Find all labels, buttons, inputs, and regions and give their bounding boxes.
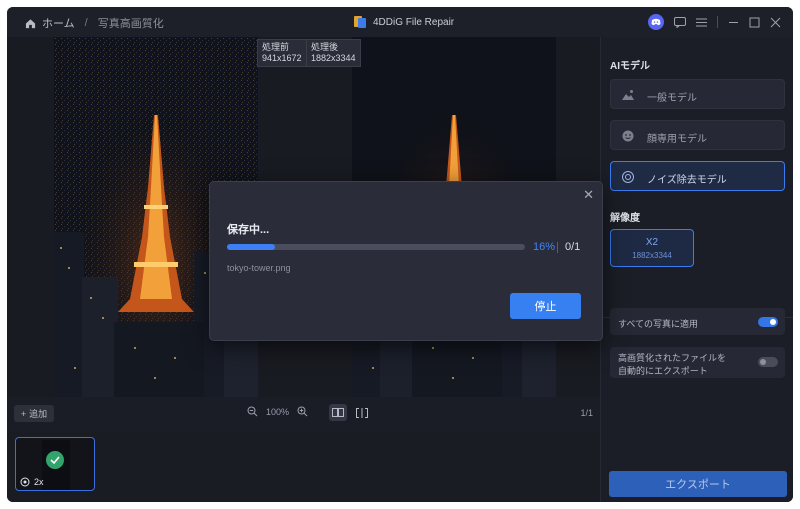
model-denoise[interactable]: ノイズ除去モデル <box>610 161 785 191</box>
dialog-close-icon[interactable]: ✕ <box>583 187 594 203</box>
minimize-icon[interactable] <box>728 17 739 28</box>
export-button[interactable]: エクスポート <box>609 471 787 497</box>
compare-view-button[interactable] <box>329 404 347 421</box>
breadcrumb-current: 写真高画質化 <box>97 18 164 30</box>
breadcrumb-separator: / <box>84 17 88 29</box>
breadcrumb: ホーム / 写真高画質化 <box>25 15 164 31</box>
model-general-label: 一般モデル <box>647 93 697 104</box>
face-icon <box>622 130 634 142</box>
app-title: 4DDiG File Repair <box>353 15 454 29</box>
split-view-button[interactable] <box>353 404 371 421</box>
scale-badge: 2x <box>20 477 44 487</box>
progress-fill <box>227 244 275 250</box>
title-bar: ホーム / 写真高画質化 4DDiG File Repair <box>7 7 793 37</box>
discord-icon[interactable] <box>648 14 664 30</box>
file-name: tokyo-tower.png <box>227 263 291 273</box>
auto-export-option: 高画質化されたファイルを 自動的にエクスポート <box>610 347 785 378</box>
page-count: 1/1 <box>580 408 593 418</box>
toggle-knob <box>760 359 766 365</box>
progress-divider <box>557 242 558 253</box>
title-divider <box>717 16 718 28</box>
apply-all-toggle[interactable] <box>758 317 778 327</box>
home-icon[interactable] <box>25 18 36 29</box>
menu-icon[interactable] <box>696 18 707 27</box>
zoom-out-icon[interactable] <box>247 406 258 417</box>
add-button[interactable]: + 追加 <box>14 405 54 422</box>
close-icon[interactable] <box>770 17 781 28</box>
app-window: ホーム / 写真高画質化 4DDiG File Repair 処理前 941x1… <box>7 7 793 502</box>
stop-button[interactable]: 停止 <box>510 293 581 319</box>
resolution-option[interactable]: X2 1882x3344 <box>610 229 694 267</box>
check-icon <box>46 451 64 469</box>
after-label-title: 処理後 <box>311 42 339 52</box>
chat-icon[interactable] <box>674 16 686 28</box>
model-face-label: 顔専用モデル <box>647 134 707 145</box>
resolution-scale: X2 <box>645 237 659 248</box>
settings-icon <box>20 477 30 487</box>
settings-panel: AIモデル 一般モデル 顔専用モデル ノイズ除去モデル 解像度 X2 1882x… <box>600 37 793 502</box>
resolution-size: 1882x3344 <box>632 251 672 260</box>
progress-count: 0/1 <box>565 241 581 253</box>
zoom-value: 100% <box>266 406 290 417</box>
plus-icon: + <box>20 408 27 419</box>
split-icon <box>356 407 368 418</box>
auto-export-label-line1: 高画質化されたファイルを <box>618 353 727 363</box>
dialog-title: 保存中... <box>227 224 270 236</box>
model-denoise-label: ノイズ除去モデル <box>647 175 727 186</box>
auto-export-toggle[interactable] <box>758 357 778 367</box>
apply-all-option: すべての写真に適用 <box>610 308 785 335</box>
breadcrumb-home[interactable]: ホーム <box>42 15 75 31</box>
auto-export-label-line2: 自動的にエクスポート <box>618 366 708 376</box>
app-title-text: 4DDiG File Repair <box>373 16 455 28</box>
before-label: 処理前 941x1672 <box>257 39 307 67</box>
after-label: 処理後 1882x3344 <box>306 39 361 67</box>
saving-dialog: ✕ 保存中... 16% 0/1 tokyo-tower.png 停止 <box>209 181 603 341</box>
toggle-knob <box>770 319 776 325</box>
before-label-size: 941x1672 <box>262 53 302 63</box>
progress-bar <box>227 244 525 250</box>
window-controls <box>648 14 781 30</box>
before-label-title: 処理前 <box>262 42 290 52</box>
add-button-label: 追加 <box>29 409 48 419</box>
app-logo-icon <box>353 15 367 29</box>
ai-model-title: AIモデル <box>610 61 650 72</box>
zoom-controls: 100% <box>247 406 308 417</box>
zoom-in-icon[interactable] <box>297 406 308 417</box>
preview-toolbar: + 追加 100% 1/1 <box>7 401 600 427</box>
view-mode-buttons <box>329 404 371 421</box>
resolution-title: 解像度 <box>610 213 640 224</box>
model-general[interactable]: 一般モデル <box>610 79 785 109</box>
denoise-icon <box>622 171 634 183</box>
compare-icon <box>332 408 344 417</box>
after-label-size: 1882x3344 <box>311 53 356 63</box>
model-face[interactable]: 顔専用モデル <box>610 120 785 150</box>
scale-badge-text: 2x <box>34 477 44 487</box>
maximize-icon[interactable] <box>749 17 760 28</box>
apply-all-label: すべての写真に適用 <box>618 319 699 329</box>
landscape-icon <box>622 90 634 100</box>
thumbnail-item[interactable]: 2x <box>15 437 95 491</box>
thumbnail-strip: 2x <box>7 431 600 502</box>
progress-percent: 16% <box>533 241 556 253</box>
